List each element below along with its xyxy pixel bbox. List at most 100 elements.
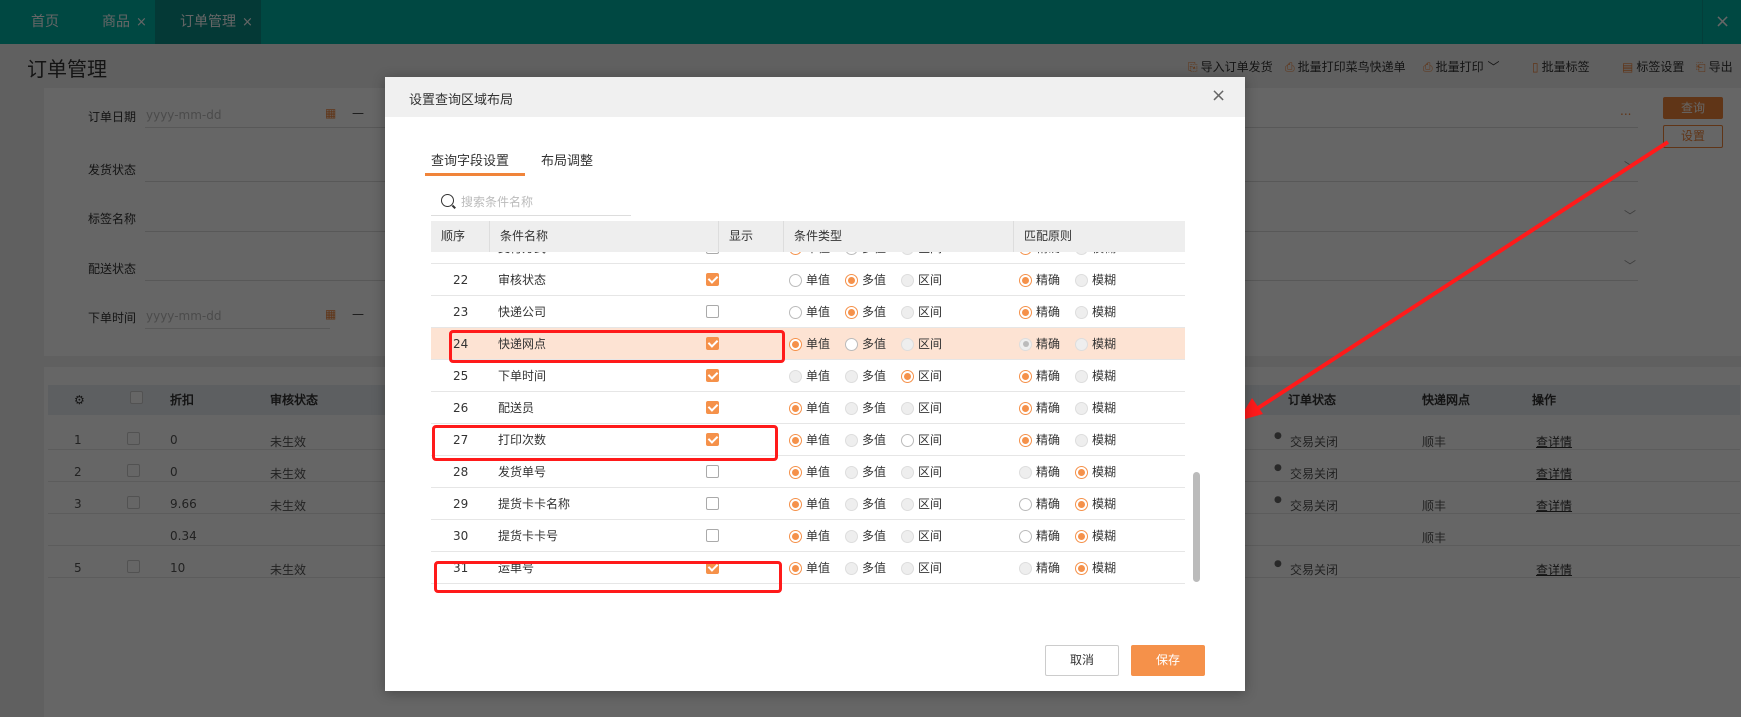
match-radio[interactable]: 模糊 — [1075, 433, 1116, 447]
show-checkbox[interactable] — [706, 273, 719, 286]
type-radio[interactable]: 多值 — [845, 273, 886, 287]
column-header-discount[interactable]: 折扣 — [164, 385, 194, 415]
row-checkbox[interactable] — [127, 496, 140, 512]
chevron-down-icon[interactable]: ﹀ — [1624, 158, 1636, 175]
tag-settings-button[interactable]: ▤ 标签设置 — [1622, 58, 1684, 75]
tab-query-fields[interactable]: 查询字段设置 — [431, 150, 509, 169]
match-radio[interactable]: 精确 — [1019, 433, 1060, 447]
type-radio[interactable]: 区间 — [901, 465, 942, 479]
type-radio[interactable]: 区间 — [901, 369, 942, 383]
type-radio[interactable]: 多值 — [845, 369, 886, 383]
match-radio[interactable]: 精确 — [1019, 465, 1060, 479]
type-radio[interactable]: 单值 — [789, 337, 830, 351]
show-checkbox[interactable] — [706, 369, 719, 382]
order-time-start-input[interactable]: yyyy-mm-dd — [146, 309, 221, 323]
match-radio[interactable]: 精确 — [1019, 369, 1060, 383]
match-radio[interactable]: 模糊 — [1075, 561, 1116, 575]
type-radio[interactable]: 区间 — [901, 273, 942, 287]
view-details-link[interactable]: 查详情 — [1536, 561, 1572, 578]
more-icon[interactable]: ... — [1620, 104, 1631, 118]
column-header-audit[interactable]: 审核状态 — [264, 385, 318, 415]
match-radio[interactable]: 精确 — [1019, 529, 1060, 543]
save-button[interactable]: 保存 — [1131, 645, 1205, 676]
match-radio[interactable]: 模糊 — [1075, 401, 1116, 415]
gear-icon[interactable]: ⚙ — [68, 385, 85, 415]
row-checkbox[interactable] — [127, 464, 140, 480]
view-details-link[interactable]: 查详情 — [1536, 465, 1572, 482]
calendar-icon[interactable]: ▦ — [325, 307, 336, 321]
search-input[interactable] — [461, 191, 626, 213]
match-radio[interactable]: 模糊 — [1075, 252, 1116, 255]
close-all-icon[interactable]: × — [1702, 0, 1730, 44]
show-checkbox[interactable] — [706, 465, 719, 478]
type-radio[interactable]: 多值 — [845, 252, 886, 255]
settings-button[interactable]: 设置 — [1663, 125, 1723, 148]
cancel-button[interactable]: 取消 — [1045, 645, 1119, 676]
type-radio[interactable]: 多值 — [845, 465, 886, 479]
show-checkbox[interactable] — [706, 433, 719, 446]
type-radio[interactable]: 单值 — [789, 252, 830, 255]
match-radio[interactable]: 精确 — [1019, 273, 1060, 287]
import-orders-button[interactable]: ⎘ 导入订单发货 — [1188, 58, 1273, 75]
type-radio[interactable]: 区间 — [901, 497, 942, 511]
show-checkbox[interactable] — [706, 305, 719, 318]
query-button[interactable]: 查询 — [1663, 97, 1723, 119]
match-radio[interactable]: 模糊 — [1075, 273, 1116, 287]
tab-order-management[interactable]: 订单管理 × — [155, 0, 261, 44]
type-radio[interactable]: 单值 — [789, 305, 830, 319]
match-radio[interactable]: 模糊 — [1075, 497, 1116, 511]
batch-print-cainiao-button[interactable]: ⎙ 批量打印菜鸟快递单 — [1285, 58, 1406, 75]
match-radio[interactable]: 精确 — [1019, 401, 1060, 415]
type-radio[interactable]: 区间 — [901, 529, 942, 543]
match-radio[interactable]: 模糊 — [1075, 529, 1116, 543]
column-header-courier-point[interactable]: 快递网点 — [1416, 385, 1470, 415]
show-checkbox[interactable] — [706, 337, 719, 350]
close-icon[interactable]: × — [1211, 85, 1226, 106]
column-header-order-status[interactable]: 订单状态 — [1282, 385, 1336, 415]
type-radio[interactable]: 多值 — [845, 433, 886, 447]
type-radio[interactable]: 多值 — [845, 497, 886, 511]
tab-layout-adjust[interactable]: 布局调整 — [541, 150, 593, 169]
match-radio[interactable]: 精确 — [1019, 337, 1060, 351]
match-radio[interactable]: 模糊 — [1075, 369, 1116, 383]
type-radio[interactable]: 多值 — [845, 337, 886, 351]
type-radio[interactable]: 区间 — [901, 561, 942, 575]
show-checkbox[interactable] — [706, 252, 719, 254]
type-radio[interactable]: 多值 — [845, 305, 886, 319]
match-radio[interactable]: 精确 — [1019, 497, 1060, 511]
batch-print-button[interactable]: ⎙ 批量打印 ﹀ — [1423, 58, 1499, 75]
row-checkbox[interactable] — [127, 432, 140, 448]
match-radio[interactable]: 精确 — [1019, 252, 1060, 255]
tab-products[interactable]: 商品 × — [102, 0, 147, 44]
type-radio[interactable]: 单值 — [789, 465, 830, 479]
type-radio[interactable]: 多值 — [845, 401, 886, 415]
chevron-down-icon[interactable]: ﹀ — [1624, 207, 1636, 224]
type-radio[interactable]: 区间 — [901, 337, 942, 351]
type-radio[interactable]: 单值 — [789, 401, 830, 415]
type-radio[interactable]: 单值 — [789, 561, 830, 575]
select-all-checkbox[interactable] — [124, 385, 143, 415]
show-checkbox[interactable] — [706, 497, 719, 510]
calendar-icon[interactable]: ▦ — [325, 106, 336, 120]
match-radio[interactable]: 模糊 — [1075, 465, 1116, 479]
view-details-link[interactable]: 查详情 — [1536, 497, 1572, 514]
row-checkbox[interactable] — [127, 560, 140, 576]
chevron-down-icon[interactable]: ﹀ — [1624, 257, 1636, 274]
type-radio[interactable]: 多值 — [845, 529, 886, 543]
tab-home[interactable]: 首页 — [31, 0, 59, 44]
type-radio[interactable]: 区间 — [901, 252, 942, 255]
view-details-link[interactable]: 查详情 — [1536, 433, 1572, 450]
match-radio[interactable]: 精确 — [1019, 561, 1060, 575]
show-checkbox[interactable] — [706, 529, 719, 542]
match-radio[interactable]: 模糊 — [1075, 305, 1116, 319]
batch-tag-button[interactable]: ▯ 批量标签 — [1532, 58, 1590, 75]
export-button[interactable]: ⎗ 导出 — [1696, 58, 1733, 75]
type-radio[interactable]: 区间 — [901, 433, 942, 447]
type-radio[interactable]: 单值 — [789, 529, 830, 543]
close-icon[interactable]: × — [136, 15, 147, 30]
close-icon[interactable]: × — [242, 15, 253, 30]
show-checkbox[interactable] — [706, 561, 719, 574]
scrollbar[interactable] — [1193, 472, 1200, 582]
match-radio[interactable]: 模糊 — [1075, 337, 1116, 351]
type-radio[interactable]: 多值 — [845, 561, 886, 575]
